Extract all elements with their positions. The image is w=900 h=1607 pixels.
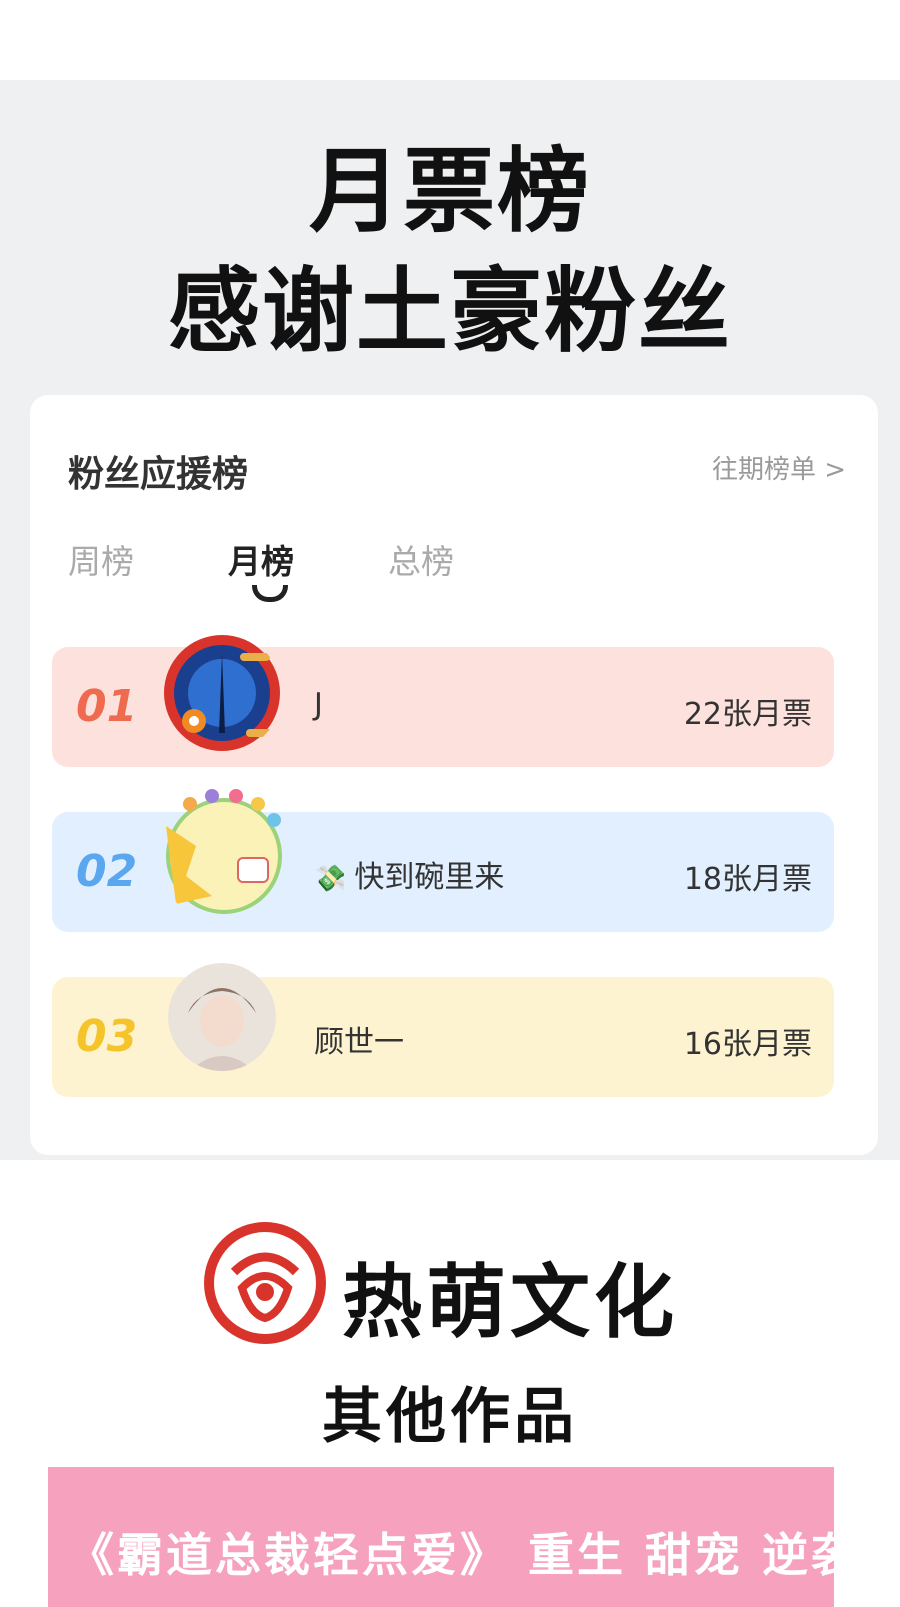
page-subtitle: 感谢土豪粉丝 <box>167 258 732 365</box>
rank-number: 03 <box>76 1011 138 1062</box>
fan-name: J <box>314 687 323 722</box>
card-title: 粉丝应援榜 <box>68 454 249 495</box>
vote-count: 22张月票 <box>683 697 812 732</box>
other-works-heading: 其他作品 <box>322 1382 578 1452</box>
fan-name-text: 快到碗里来 <box>354 860 505 895</box>
brand-logo-icon <box>204 1222 326 1344</box>
rank-number: 02 <box>76 846 138 897</box>
active-tab-indicator <box>252 585 288 602</box>
fan-support-card: 粉丝应援榜 往期榜单 > 周榜 月榜 总榜 01 J 22张月票 02 💸 快到… <box>30 395 878 1155</box>
promo-banner[interactable]: 《霸道总裁轻点爱》 重生 甜宠 逆袭 <box>48 1467 857 1607</box>
tab-monthly[interactable]: 月榜 <box>228 535 294 583</box>
history-ranking-link[interactable]: 往期榜单 > <box>712 449 846 486</box>
fan-name: 顾世一 <box>314 1025 404 1060</box>
tab-weekly[interactable]: 周榜 <box>68 535 134 583</box>
ranking-row-3[interactable]: 03 顾世一 16张月票 <box>52 963 834 1097</box>
avatar[interactable] <box>168 963 276 1071</box>
tab-total[interactable]: 总榜 <box>388 535 454 583</box>
top-margin <box>0 0 900 80</box>
promo-text: 《霸道总裁轻点爱》 重生 甜宠 逆袭 <box>68 1528 861 1582</box>
fan-name: 💸 快到碗里来 <box>314 852 504 896</box>
ranking-row-2[interactable]: 02 💸 快到碗里来 18张月票 <box>52 789 834 932</box>
vote-count: 16张月票 <box>683 1027 812 1062</box>
vote-count: 18张月票 <box>683 862 812 897</box>
rank-number: 01 <box>76 681 138 732</box>
ranking-row-1[interactable]: 01 J 22张月票 <box>52 635 834 767</box>
brand-name: 热萌文化 <box>342 1256 678 1349</box>
page-title: 月票榜 <box>308 138 591 245</box>
avatar[interactable] <box>162 633 282 753</box>
money-icon: 💸 <box>314 864 347 894</box>
avatar[interactable] <box>156 786 292 922</box>
